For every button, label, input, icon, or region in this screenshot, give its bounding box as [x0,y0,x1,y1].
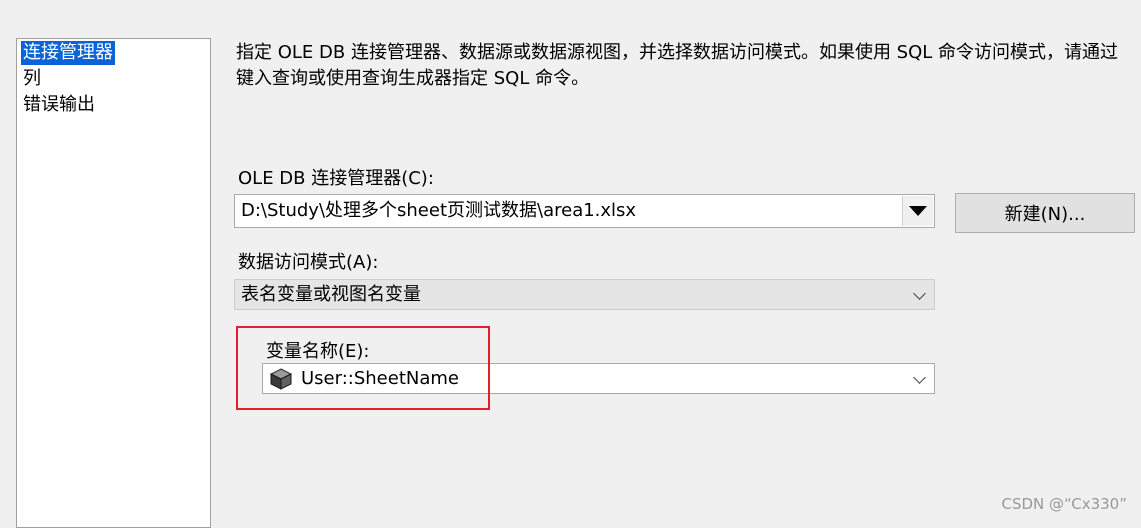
nav-panel: 连接管理器 列 错误输出 [16,38,211,528]
access-mode-label: 数据访问模式(A): [238,252,379,273]
connection-manager-label: OLE DB 连接管理器(C): [238,168,434,189]
page-description: 指定 OLE DB 连接管理器、数据源或数据源视图，并选择数据访问模式。如果使用… [236,42,1119,89]
highlight-annotation-box [236,326,490,410]
nav-item-columns[interactable]: 列 [21,67,43,91]
dropdown-arrow-button[interactable] [902,196,933,226]
chevron-down-icon [913,371,926,384]
connection-manager-value: D:\Study\处理多个sheet页测试数据\area1.xlsx [241,200,637,221]
triangle-down-icon [909,206,927,216]
access-mode-select[interactable]: 表名变量或视图名变量 [234,279,935,310]
nav-item-error-output[interactable]: 错误输出 [21,93,97,117]
connection-manager-dropdown[interactable]: D:\Study\处理多个sheet页测试数据\area1.xlsx [234,194,935,228]
new-connection-button[interactable]: 新建(N)... [955,193,1135,233]
chevron-down-icon [913,287,926,300]
nav-item-connection-manager[interactable]: 连接管理器 [21,41,115,65]
access-mode-value: 表名变量或视图名变量 [241,284,421,305]
watermark: CSDN @“Cx330” [1001,495,1127,513]
